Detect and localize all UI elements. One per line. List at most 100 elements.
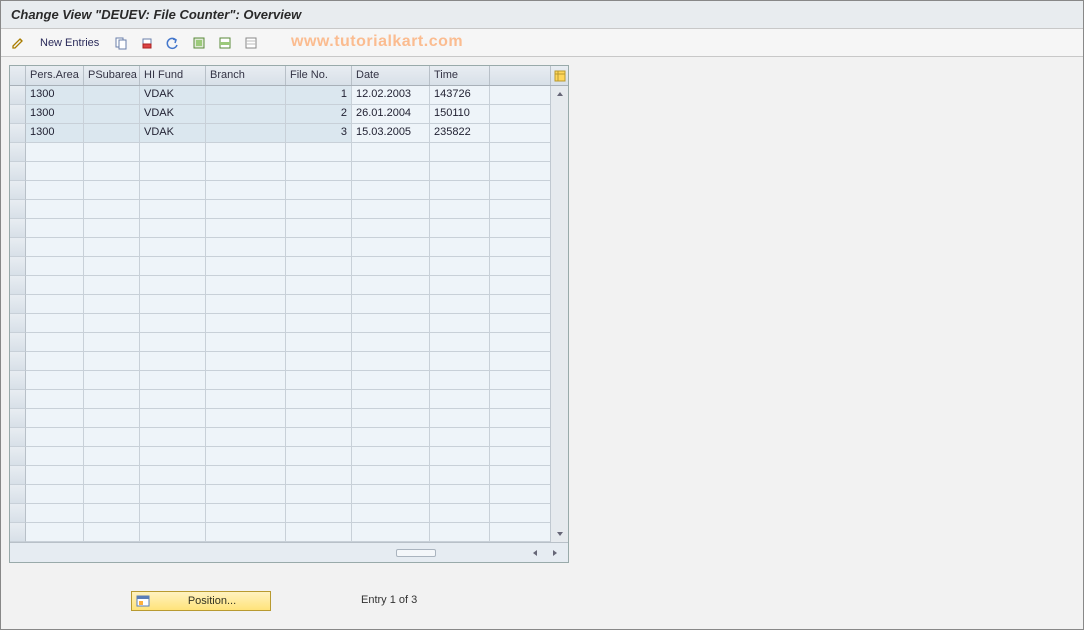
cell[interactable] bbox=[26, 333, 84, 352]
row-selector[interactable] bbox=[10, 504, 26, 523]
cell[interactable] bbox=[84, 200, 140, 219]
cell[interactable] bbox=[352, 314, 430, 333]
cell[interactable] bbox=[352, 257, 430, 276]
scroll-down-icon[interactable] bbox=[552, 526, 568, 542]
cell[interactable] bbox=[140, 257, 206, 276]
cell[interactable] bbox=[84, 276, 140, 295]
cell[interactable] bbox=[286, 295, 352, 314]
cell[interactable] bbox=[430, 143, 490, 162]
cell[interactable] bbox=[26, 523, 84, 542]
cell[interactable] bbox=[84, 181, 140, 200]
row-selector[interactable] bbox=[10, 276, 26, 295]
cell[interactable] bbox=[26, 143, 84, 162]
cell[interactable] bbox=[430, 276, 490, 295]
cell[interactable] bbox=[206, 523, 286, 542]
cell[interactable] bbox=[26, 276, 84, 295]
cell[interactable] bbox=[286, 371, 352, 390]
row-selector[interactable] bbox=[10, 181, 26, 200]
cell[interactable]: 150110 bbox=[430, 105, 490, 124]
cell[interactable] bbox=[140, 371, 206, 390]
cell[interactable] bbox=[352, 181, 430, 200]
cell[interactable] bbox=[430, 409, 490, 428]
cell[interactable] bbox=[206, 162, 286, 181]
cell[interactable] bbox=[352, 466, 430, 485]
row-selector[interactable] bbox=[10, 409, 26, 428]
cell[interactable] bbox=[140, 428, 206, 447]
cell[interactable] bbox=[352, 352, 430, 371]
row-selector[interactable] bbox=[10, 295, 26, 314]
table-settings-button[interactable] bbox=[550, 66, 568, 85]
cell[interactable] bbox=[140, 219, 206, 238]
cell[interactable]: 15.03.2005 bbox=[352, 124, 430, 143]
cell[interactable] bbox=[26, 162, 84, 181]
cell[interactable] bbox=[140, 238, 206, 257]
cell[interactable] bbox=[286, 485, 352, 504]
cell[interactable] bbox=[84, 257, 140, 276]
cell[interactable] bbox=[84, 238, 140, 257]
cell[interactable] bbox=[430, 352, 490, 371]
cell[interactable] bbox=[206, 143, 286, 162]
cell[interactable] bbox=[352, 504, 430, 523]
cell[interactable] bbox=[140, 352, 206, 371]
row-selector[interactable] bbox=[10, 333, 26, 352]
cell[interactable] bbox=[352, 428, 430, 447]
cell[interactable] bbox=[26, 200, 84, 219]
row-selector[interactable] bbox=[10, 105, 26, 124]
cell[interactable] bbox=[140, 162, 206, 181]
cell[interactable] bbox=[84, 390, 140, 409]
cell[interactable] bbox=[286, 314, 352, 333]
cell[interactable] bbox=[26, 219, 84, 238]
cell[interactable]: 143726 bbox=[430, 86, 490, 105]
deselect-button[interactable] bbox=[240, 33, 262, 53]
cell[interactable] bbox=[140, 333, 206, 352]
cell[interactable] bbox=[352, 295, 430, 314]
cell[interactable] bbox=[286, 162, 352, 181]
edit-button[interactable] bbox=[7, 33, 29, 53]
cell[interactable] bbox=[286, 428, 352, 447]
cell[interactable] bbox=[140, 143, 206, 162]
cell[interactable] bbox=[430, 314, 490, 333]
cell[interactable] bbox=[26, 447, 84, 466]
cell[interactable] bbox=[206, 371, 286, 390]
cell[interactable] bbox=[286, 352, 352, 371]
cell[interactable] bbox=[140, 181, 206, 200]
cell[interactable] bbox=[206, 333, 286, 352]
cell[interactable] bbox=[84, 409, 140, 428]
select-all-button[interactable] bbox=[188, 33, 210, 53]
row-selector[interactable] bbox=[10, 390, 26, 409]
row-selector[interactable] bbox=[10, 219, 26, 238]
cell[interactable] bbox=[352, 162, 430, 181]
cell[interactable] bbox=[286, 219, 352, 238]
col-header-time[interactable]: Time bbox=[430, 66, 490, 85]
row-selector[interactable] bbox=[10, 200, 26, 219]
cell[interactable] bbox=[430, 466, 490, 485]
cell[interactable] bbox=[140, 276, 206, 295]
copy-button[interactable] bbox=[110, 33, 132, 53]
cell[interactable]: 26.01.2004 bbox=[352, 105, 430, 124]
cell[interactable] bbox=[140, 466, 206, 485]
cell[interactable] bbox=[206, 447, 286, 466]
row-selector-header[interactable] bbox=[10, 66, 26, 85]
cell[interactable] bbox=[26, 390, 84, 409]
cell[interactable] bbox=[286, 257, 352, 276]
cell[interactable] bbox=[140, 523, 206, 542]
cell[interactable] bbox=[352, 276, 430, 295]
cell[interactable] bbox=[430, 504, 490, 523]
row-selector[interactable] bbox=[10, 238, 26, 257]
cell[interactable] bbox=[84, 466, 140, 485]
cell[interactable] bbox=[84, 162, 140, 181]
cell[interactable] bbox=[430, 162, 490, 181]
cell[interactable] bbox=[26, 257, 84, 276]
cell[interactable] bbox=[430, 485, 490, 504]
cell[interactable] bbox=[140, 504, 206, 523]
cell[interactable] bbox=[430, 238, 490, 257]
cell[interactable] bbox=[430, 257, 490, 276]
cell[interactable] bbox=[430, 390, 490, 409]
cell[interactable] bbox=[206, 200, 286, 219]
delete-button[interactable] bbox=[136, 33, 158, 53]
cell[interactable] bbox=[286, 143, 352, 162]
cell[interactable] bbox=[84, 143, 140, 162]
cell[interactable] bbox=[430, 428, 490, 447]
cell[interactable] bbox=[286, 333, 352, 352]
cell[interactable] bbox=[352, 390, 430, 409]
